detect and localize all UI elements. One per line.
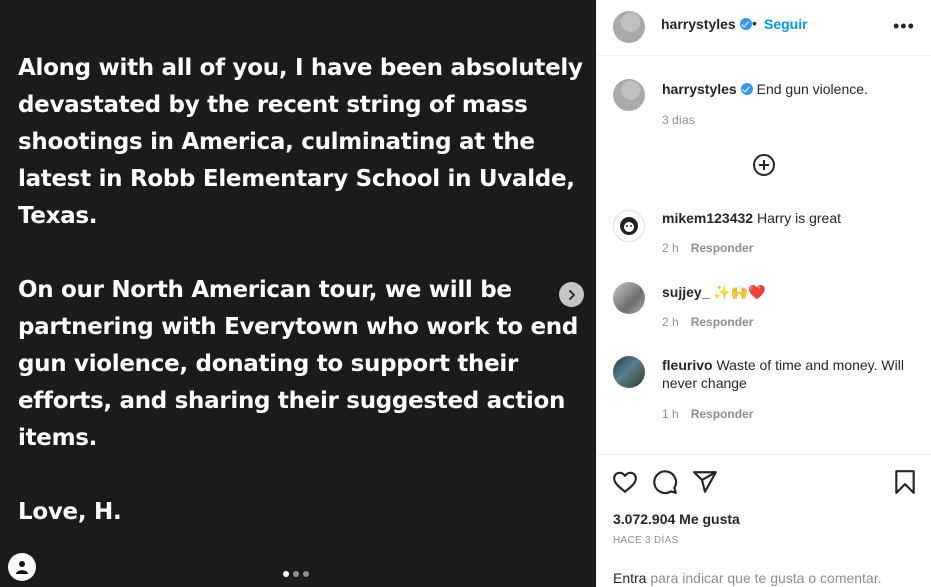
post-image[interactable]: Along with all of you, I have been absol… [0, 0, 596, 587]
chevron-right-icon [568, 289, 575, 300]
username-link[interactable]: harrystyles [662, 81, 737, 97]
username-link[interactable]: mikem123432 [662, 210, 753, 226]
next-slide-button[interactable] [559, 282, 584, 307]
comment-meta: 2 h Responder [662, 241, 753, 255]
login-prompt: Entra para indicar que te gusta o coment… [613, 570, 882, 586]
comment-body: ✨🙌❤️ [713, 284, 766, 300]
caption-time: 3 días [662, 113, 695, 127]
comments-list: harrystyles End gun violence. 3 días mik… [597, 56, 931, 454]
carousel-dots [283, 571, 309, 577]
carousel-dot [303, 571, 309, 577]
comment-meta: 1 h Responder [662, 407, 753, 421]
avatar[interactable] [613, 11, 645, 43]
username-link[interactable]: fleurivo [662, 357, 713, 373]
comment-time: 1 h [662, 407, 679, 421]
more-options-icon[interactable]: ••• [893, 16, 915, 37]
comment-time: 2 h [662, 241, 679, 255]
share-icon[interactable] [692, 469, 718, 495]
post-actions: 3.072.904 Me gusta HACE 3 DÍAS Entra par… [597, 454, 931, 587]
login-prompt-text: para indicar que te gusta o comentar. [646, 570, 882, 586]
comment-text: fleurivo Waste of time and money. Will n… [662, 356, 917, 392]
bookmark-icon[interactable] [892, 469, 918, 495]
post-text: Along with all of you, I have been absol… [18, 50, 588, 568]
post-paragraph-3: Love, H. [18, 499, 122, 525]
comment-text: sujjey_ ✨🙌❤️ [662, 283, 917, 301]
post-paragraph-2: On our North American tour, we will be p… [18, 277, 579, 451]
username-link[interactable]: harrystyles [661, 16, 736, 32]
verified-icon [740, 83, 753, 95]
post-header: harrystyles • Seguir ••• [597, 0, 931, 56]
follow-button[interactable]: Seguir [764, 16, 808, 32]
post-sidebar: harrystyles • Seguir ••• harrystyles End… [596, 0, 931, 587]
lion-icon [620, 217, 638, 235]
reply-button[interactable]: Responder [691, 241, 754, 255]
heart-icon[interactable] [612, 469, 638, 495]
header-username[interactable]: harrystyles [661, 16, 752, 32]
caption-body: End gun violence. [756, 81, 868, 97]
verified-icon [739, 18, 752, 30]
post-timestamp[interactable]: HACE 3 DÍAS [613, 535, 679, 546]
login-link[interactable]: Entra [613, 570, 646, 586]
post-paragraph-1: Along with all of you, I have been absol… [18, 55, 583, 229]
person-icon [16, 561, 28, 574]
carousel-dot [293, 571, 299, 577]
comment-icon[interactable] [652, 469, 678, 495]
avatar[interactable] [613, 79, 645, 111]
comment-body: Harry is great [756, 210, 841, 226]
reply-button[interactable]: Responder [691, 315, 754, 329]
comment-time: 2 h [662, 315, 679, 329]
avatar[interactable] [613, 210, 645, 242]
avatar[interactable] [613, 282, 645, 314]
comment-meta: 2 h Responder [662, 315, 753, 329]
caption-text: harrystyles End gun violence. [662, 80, 917, 98]
like-count[interactable]: 3.072.904 Me gusta [613, 511, 740, 527]
avatar[interactable] [613, 356, 645, 388]
username-link[interactable]: sujjey_ [662, 284, 709, 300]
reply-button[interactable]: Responder [691, 407, 754, 421]
carousel-dot [283, 571, 289, 577]
comment-text: mikem123432 Harry is great [662, 209, 917, 227]
user-tags-button[interactable] [8, 553, 36, 581]
load-more-comments-icon[interactable] [752, 153, 776, 177]
separator-dot: • [752, 15, 757, 31]
